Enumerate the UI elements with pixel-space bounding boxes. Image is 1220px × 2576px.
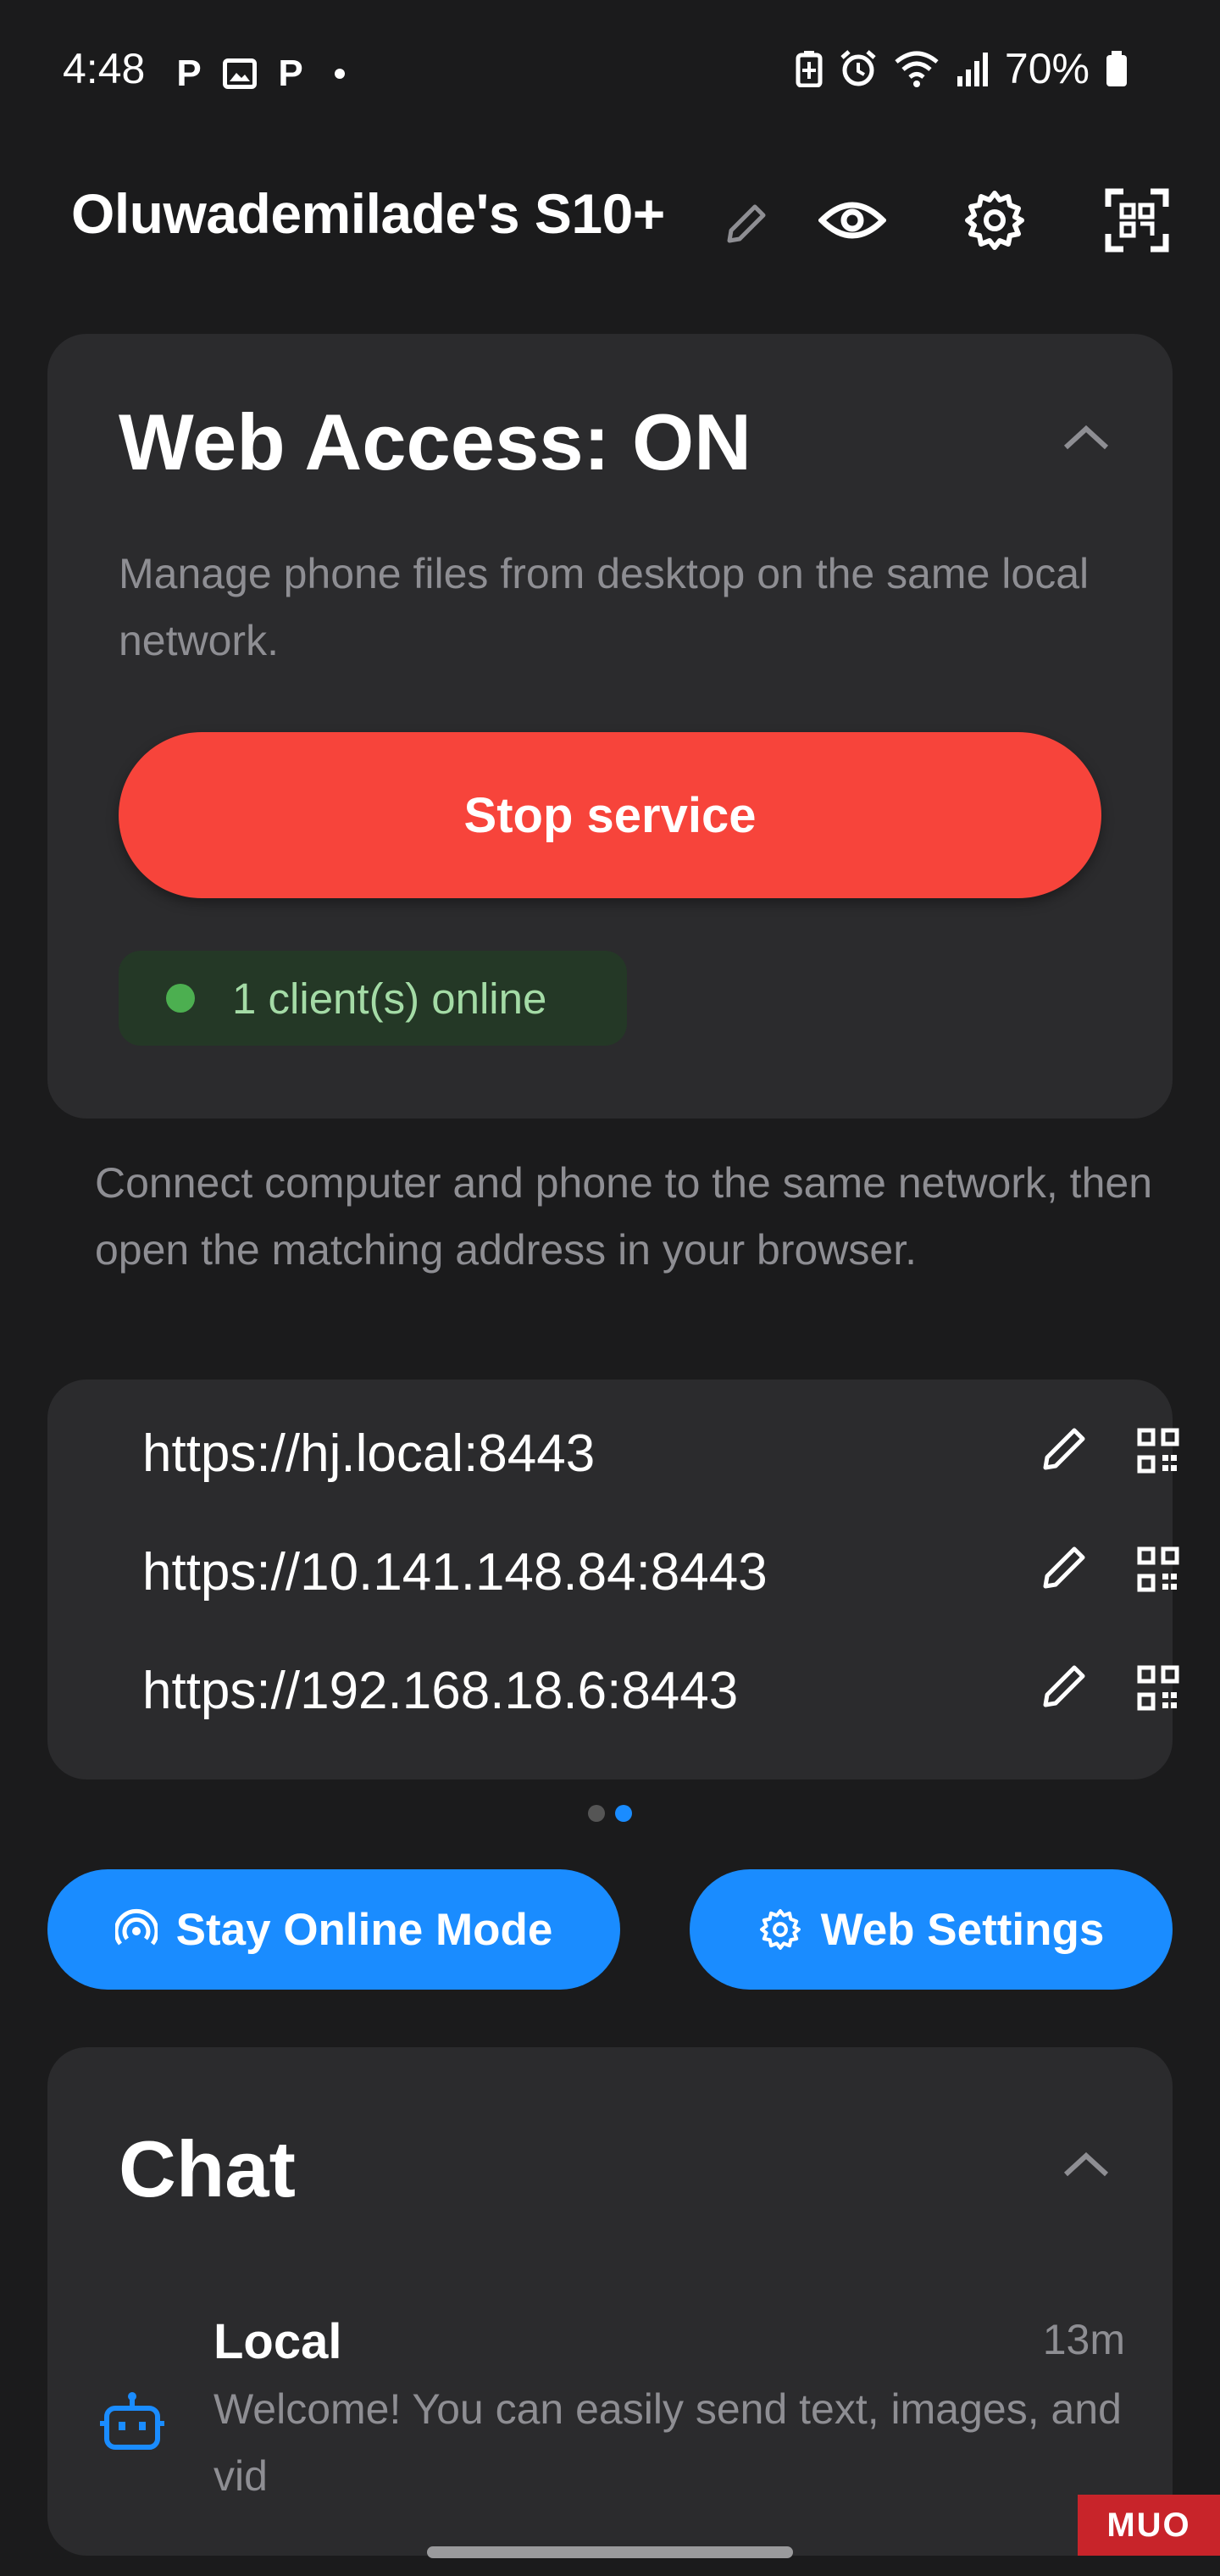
qr-code-icon: [1137, 1665, 1179, 1711]
stop-service-button[interactable]: Stop service: [119, 732, 1101, 898]
home-indicator[interactable]: [427, 2546, 793, 2558]
robot-icon: [100, 2392, 164, 2450]
app-header: Oluwademilade's S10+: [0, 169, 1220, 263]
qr-code-icon: [1137, 1428, 1179, 1474]
chat-timestamp: 13m: [1042, 2316, 1125, 2363]
chevron-up-icon: [1063, 2151, 1109, 2177]
p-app-icon-2: P: [278, 53, 303, 94]
edit-address-button[interactable]: [1039, 1542, 1098, 1602]
gear-icon: [759, 1909, 801, 1950]
scan-button[interactable]: [1095, 178, 1179, 263]
edit-icon: [727, 204, 766, 243]
edit-address-button[interactable]: [1039, 1424, 1098, 1483]
broadcast-icon: [114, 1908, 158, 1946]
show-qr-button[interactable]: [1137, 1665, 1179, 1711]
chat-avatar: [98, 2390, 166, 2457]
settings-button[interactable]: [952, 178, 1037, 263]
battery-icon: [1106, 51, 1127, 86]
edit-icon: [1043, 1665, 1085, 1707]
show-qr-button[interactable]: [1137, 1546, 1179, 1592]
stay-online-mode-button[interactable]: Stay Online Mode: [47, 1869, 620, 1990]
status-time: 4:48: [63, 45, 146, 92]
page-indicator: [0, 1805, 1220, 1822]
chat-title: Chat: [119, 2124, 296, 2213]
gear-icon: [965, 191, 1024, 250]
edit-icon: [1043, 1546, 1085, 1589]
address-url[interactable]: https://10.141.148.84:8443: [142, 1542, 768, 1602]
collapse-web-access-button[interactable]: [1061, 420, 1109, 454]
address-row: https://192.168.18.6:8443: [95, 1635, 1179, 1746]
battery-percent: 70%: [1004, 45, 1090, 92]
collapse-chat-button[interactable]: [1061, 2147, 1109, 2181]
web-access-title: Web Access: ON: [119, 397, 752, 486]
online-status-dot: [166, 984, 195, 1013]
address-list-card: https://hj.local:8443 https://10.141.148…: [47, 1380, 1179, 1779]
p-app-icon: P: [176, 53, 202, 94]
system-icons: 70%: [795, 44, 1128, 93]
clients-online-text: 1 client(s) online: [232, 974, 547, 1023]
qr-code-icon: [1137, 1546, 1179, 1592]
device-name: Oluwademilade's S10+: [71, 182, 665, 245]
visibility-button[interactable]: [810, 178, 895, 263]
chat-list-item[interactable]: Local 13m Welcome! You can easily send t…: [47, 2288, 1173, 2508]
battery-saver-icon: [796, 51, 823, 87]
notification-icons: P P: [174, 53, 345, 95]
web-access-card: Web Access: ON Manage phone files from d…: [47, 334, 1173, 1119]
watermark-logo: MUO: [1078, 2495, 1220, 2556]
signal-icon: [957, 53, 988, 86]
chevron-up-icon: [1063, 425, 1109, 450]
chat-preview: Welcome! You can easily send text, image…: [214, 2385, 1122, 2500]
page-dot-active[interactable]: [615, 1805, 632, 1822]
connection-instructions: Connect computer and phone to the same n…: [95, 1159, 1152, 1274]
web-access-description: Manage phone files from desktop on the s…: [119, 550, 1090, 664]
status-bar: 4:48 P P 70%: [0, 0, 1220, 144]
edit-icon: [1043, 1428, 1085, 1470]
stay-online-mode-label: Stay Online Mode: [175, 1904, 553, 1955]
address-url[interactable]: https://192.168.18.6:8443: [142, 1661, 738, 1721]
web-settings-button[interactable]: Web Settings: [690, 1869, 1173, 1990]
address-url[interactable]: https://hj.local:8443: [142, 1424, 595, 1484]
web-settings-label: Web Settings: [820, 1904, 1105, 1955]
more-notifications-dot: [335, 69, 345, 79]
alarm-icon: [840, 50, 876, 86]
address-row: https://hj.local:8443: [95, 1398, 1179, 1508]
show-qr-button[interactable]: [1137, 1428, 1179, 1474]
eye-icon: [818, 202, 886, 239]
gallery-icon: [223, 58, 257, 89]
wifi-icon: [895, 51, 939, 87]
address-row: https://10.141.148.84:8443: [95, 1517, 1179, 1627]
clients-online-badge: 1 client(s) online: [119, 951, 627, 1046]
chat-name: Local: [214, 2314, 342, 2369]
edit-address-button[interactable]: [1039, 1661, 1098, 1720]
scan-icon: [1105, 188, 1169, 253]
page-dot[interactable]: [588, 1805, 605, 1822]
edit-name-button[interactable]: [708, 190, 785, 258]
